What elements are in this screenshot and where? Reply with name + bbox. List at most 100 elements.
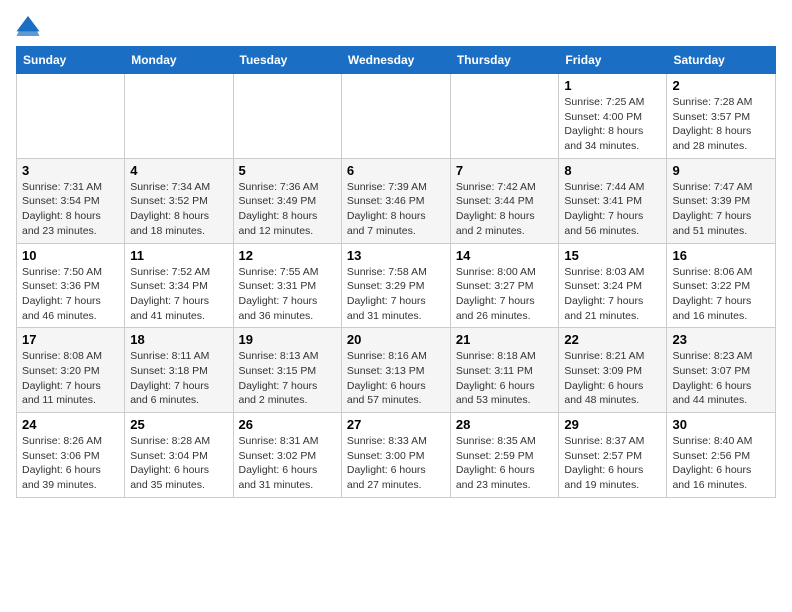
day-cell: 3 Sunrise: 7:31 AM Sunset: 3:54 PM Daylig… bbox=[17, 158, 125, 243]
day-cell: 30 Sunrise: 8:40 AM Sunset: 2:56 PM Dayli… bbox=[667, 413, 776, 498]
day-cell bbox=[233, 74, 341, 159]
page-header bbox=[16, 16, 776, 36]
day-cell: 29 Sunrise: 8:37 AM Sunset: 2:57 PM Dayli… bbox=[559, 413, 667, 498]
day-info: Sunrise: 8:03 AM Sunset: 3:24 PM Dayligh… bbox=[564, 265, 661, 324]
day-cell: 19Sunrise: 8:13 AM Sunset: 3:15 PM Dayli… bbox=[233, 328, 341, 413]
day-info: Sunrise: 7:50 AM Sunset: 3:36 PM Dayligh… bbox=[22, 265, 119, 324]
day-cell: 2Sunrise: 7:28 AM Sunset: 3:57 PM Daylig… bbox=[667, 74, 776, 159]
day-cell bbox=[125, 74, 233, 159]
day-info: Sunrise: 7:36 AM Sunset: 3:49 PM Dayligh… bbox=[239, 180, 336, 239]
day-cell: 26 Sunrise: 8:31 AM Sunset: 3:02 PM Dayli… bbox=[233, 413, 341, 498]
day-info: Sunrise: 8:31 AM Sunset: 3:02 PM Dayligh… bbox=[239, 434, 336, 493]
day-number: 30 bbox=[672, 417, 770, 432]
column-header-wednesday: Wednesday bbox=[341, 47, 450, 74]
day-info: Sunrise: 7:44 AM Sunset: 3:41 PM Dayligh… bbox=[564, 180, 661, 239]
day-number: 28 bbox=[456, 417, 554, 432]
day-info: Sunrise: 7:31 AM Sunset: 3:54 PM Dayligh… bbox=[22, 180, 119, 239]
day-info: Sunrise: 8:23 AM Sunset: 3:07 PM Dayligh… bbox=[672, 349, 770, 408]
day-cell: 5 Sunrise: 7:36 AM Sunset: 3:49 PM Daylig… bbox=[233, 158, 341, 243]
column-header-friday: Friday bbox=[559, 47, 667, 74]
day-number: 5 bbox=[239, 163, 336, 178]
day-info: Sunrise: 7:42 AM Sunset: 3:44 PM Dayligh… bbox=[456, 180, 554, 239]
day-number: 26 bbox=[239, 417, 336, 432]
day-number: 9 bbox=[672, 163, 770, 178]
day-number: 14 bbox=[456, 248, 554, 263]
day-number: 24 bbox=[22, 417, 119, 432]
day-info: Sunrise: 8:00 AM Sunset: 3:27 PM Dayligh… bbox=[456, 265, 554, 324]
day-number: 7 bbox=[456, 163, 554, 178]
day-number: 12 bbox=[239, 248, 336, 263]
day-number: 23 bbox=[672, 332, 770, 347]
day-cell: 18 Sunrise: 8:11 AM Sunset: 3:18 PM Dayli… bbox=[125, 328, 233, 413]
day-cell: 11 Sunrise: 7:52 AM Sunset: 3:34 PM Dayli… bbox=[125, 243, 233, 328]
day-cell: 22 Sunrise: 8:21 AM Sunset: 3:09 PM Dayli… bbox=[559, 328, 667, 413]
calendar-header-row: SundayMondayTuesdayWednesdayThursdayFrid… bbox=[17, 47, 776, 74]
day-info: Sunrise: 8:40 AM Sunset: 2:56 PM Dayligh… bbox=[672, 434, 770, 493]
day-cell: 12 Sunrise: 7:55 AM Sunset: 3:31 PM Dayli… bbox=[233, 243, 341, 328]
column-header-thursday: Thursday bbox=[450, 47, 559, 74]
day-number: 11 bbox=[130, 248, 227, 263]
logo bbox=[16, 16, 44, 36]
day-info: Sunrise: 7:34 AM Sunset: 3:52 PM Dayligh… bbox=[130, 180, 227, 239]
day-cell: 21 Sunrise: 8:18 AM Sunset: 3:11 PM Dayli… bbox=[450, 328, 559, 413]
day-cell: 6 Sunrise: 7:39 AM Sunset: 3:46 PM Daylig… bbox=[341, 158, 450, 243]
day-info: Sunrise: 7:55 AM Sunset: 3:31 PM Dayligh… bbox=[239, 265, 336, 324]
day-cell: 1 Sunrise: 7:25 AM Sunset: 4:00 PM Daylig… bbox=[559, 74, 667, 159]
day-info: Sunrise: 7:25 AM Sunset: 4:00 PM Dayligh… bbox=[564, 95, 661, 154]
day-info: Sunrise: 8:21 AM Sunset: 3:09 PM Dayligh… bbox=[564, 349, 661, 408]
day-number: 22 bbox=[564, 332, 661, 347]
column-header-tuesday: Tuesday bbox=[233, 47, 341, 74]
day-info: Sunrise: 8:35 AM Sunset: 2:59 PM Dayligh… bbox=[456, 434, 554, 493]
day-number: 6 bbox=[347, 163, 445, 178]
day-info: Sunrise: 7:58 AM Sunset: 3:29 PM Dayligh… bbox=[347, 265, 445, 324]
day-cell: 16 Sunrise: 8:06 AM Sunset: 3:22 PM Dayli… bbox=[667, 243, 776, 328]
day-info: Sunrise: 8:26 AM Sunset: 3:06 PM Dayligh… bbox=[22, 434, 119, 493]
day-info: Sunrise: 8:08 AM Sunset: 3:20 PM Dayligh… bbox=[22, 349, 119, 408]
day-info: Sunrise: 7:47 AM Sunset: 3:39 PM Dayligh… bbox=[672, 180, 770, 239]
day-cell: 10Sunrise: 7:50 AM Sunset: 3:36 PM Dayli… bbox=[17, 243, 125, 328]
day-cell: 9 Sunrise: 7:47 AM Sunset: 3:39 PM Daylig… bbox=[667, 158, 776, 243]
day-cell: 25Sunrise: 8:28 AM Sunset: 3:04 PM Dayli… bbox=[125, 413, 233, 498]
day-number: 17 bbox=[22, 332, 119, 347]
day-info: Sunrise: 8:06 AM Sunset: 3:22 PM Dayligh… bbox=[672, 265, 770, 324]
day-cell bbox=[341, 74, 450, 159]
day-number: 16 bbox=[672, 248, 770, 263]
day-info: Sunrise: 7:39 AM Sunset: 3:46 PM Dayligh… bbox=[347, 180, 445, 239]
day-number: 29 bbox=[564, 417, 661, 432]
day-cell: 28 Sunrise: 8:35 AM Sunset: 2:59 PM Dayli… bbox=[450, 413, 559, 498]
day-number: 2 bbox=[672, 78, 770, 93]
day-number: 13 bbox=[347, 248, 445, 263]
day-number: 3 bbox=[22, 163, 119, 178]
week-row-5: 24 Sunrise: 8:26 AM Sunset: 3:06 PM Dayli… bbox=[17, 413, 776, 498]
day-info: Sunrise: 8:11 AM Sunset: 3:18 PM Dayligh… bbox=[130, 349, 227, 408]
day-number: 15 bbox=[564, 248, 661, 263]
day-number: 25 bbox=[130, 417, 227, 432]
week-row-2: 3 Sunrise: 7:31 AM Sunset: 3:54 PM Daylig… bbox=[17, 158, 776, 243]
logo-icon bbox=[16, 16, 40, 36]
day-number: 19 bbox=[239, 332, 336, 347]
day-cell: 20Sunrise: 8:16 AM Sunset: 3:13 PM Dayli… bbox=[341, 328, 450, 413]
day-cell: 17 Sunrise: 8:08 AM Sunset: 3:20 PM Dayli… bbox=[17, 328, 125, 413]
column-header-saturday: Saturday bbox=[667, 47, 776, 74]
day-cell: 23 Sunrise: 8:23 AM Sunset: 3:07 PM Dayli… bbox=[667, 328, 776, 413]
day-cell: 24 Sunrise: 8:26 AM Sunset: 3:06 PM Dayli… bbox=[17, 413, 125, 498]
day-info: Sunrise: 8:18 AM Sunset: 3:11 PM Dayligh… bbox=[456, 349, 554, 408]
day-info: Sunrise: 7:52 AM Sunset: 3:34 PM Dayligh… bbox=[130, 265, 227, 324]
day-cell: 13 Sunrise: 7:58 AM Sunset: 3:29 PM Dayli… bbox=[341, 243, 450, 328]
week-row-1: 1 Sunrise: 7:25 AM Sunset: 4:00 PM Daylig… bbox=[17, 74, 776, 159]
day-cell: 7 Sunrise: 7:42 AM Sunset: 3:44 PM Daylig… bbox=[450, 158, 559, 243]
day-number: 20 bbox=[347, 332, 445, 347]
calendar-table: SundayMondayTuesdayWednesdayThursdayFrid… bbox=[16, 46, 776, 498]
day-number: 18 bbox=[130, 332, 227, 347]
day-number: 21 bbox=[456, 332, 554, 347]
day-number: 27 bbox=[347, 417, 445, 432]
day-number: 8 bbox=[564, 163, 661, 178]
week-row-4: 17 Sunrise: 8:08 AM Sunset: 3:20 PM Dayli… bbox=[17, 328, 776, 413]
day-cell: 14 Sunrise: 8:00 AM Sunset: 3:27 PM Dayli… bbox=[450, 243, 559, 328]
day-info: Sunrise: 8:37 AM Sunset: 2:57 PM Dayligh… bbox=[564, 434, 661, 493]
day-number: 1 bbox=[564, 78, 661, 93]
day-cell: 4Sunrise: 7:34 AM Sunset: 3:52 PM Daylig… bbox=[125, 158, 233, 243]
day-info: Sunrise: 8:33 AM Sunset: 3:00 PM Dayligh… bbox=[347, 434, 445, 493]
column-header-sunday: Sunday bbox=[17, 47, 125, 74]
day-cell: 8 Sunrise: 7:44 AM Sunset: 3:41 PM Daylig… bbox=[559, 158, 667, 243]
